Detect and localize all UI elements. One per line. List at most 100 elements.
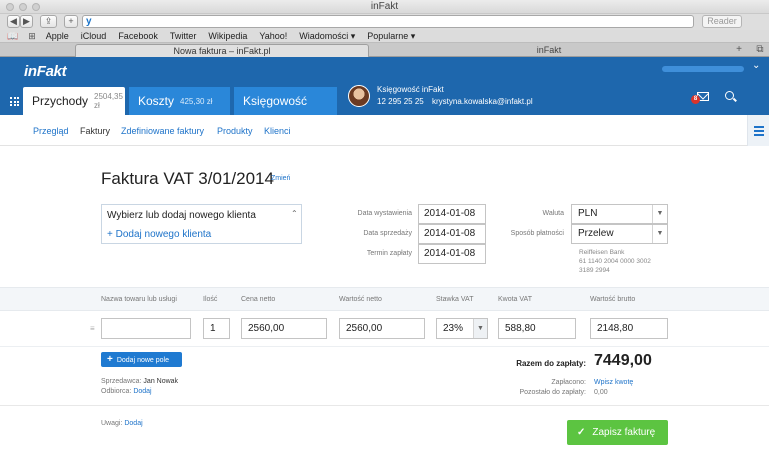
module-tab-amount: 425,30 zł — [180, 96, 213, 106]
total-value: 7449,00 — [594, 352, 652, 369]
new-tab-icon[interactable]: + — [731, 44, 747, 56]
invoice-title: Faktura VAT 3/01/2014 — [101, 169, 274, 188]
seller-label: Sprzedawca: — [101, 378, 142, 385]
column-header-vat-amount: Kwota VAT — [498, 296, 532, 303]
save-invoice-label: Zapisz fakturę — [592, 427, 656, 438]
account-switcher[interactable] — [662, 66, 744, 72]
item-name-input[interactable] — [101, 318, 191, 339]
address-bar[interactable]: y — [82, 15, 694, 28]
column-header-net-value: Wartość netto — [339, 296, 382, 303]
item-gross-input[interactable]: 2148,80 — [590, 318, 668, 339]
module-tab-label: Księgowość — [243, 94, 308, 108]
seller-value: Jan Nowak — [143, 378, 179, 385]
bookmark-item[interactable]: Wikipedia — [208, 31, 247, 41]
messages-count-badge: 8 — [691, 95, 700, 104]
paid-amount-link[interactable]: Wpisz kwotę — [594, 379, 633, 386]
bookmark-item[interactable]: Facebook — [118, 31, 158, 41]
module-tab-label: Koszty — [138, 94, 175, 108]
module-tab-amount: 2504,35 zł — [94, 92, 123, 110]
search-icon[interactable] — [725, 91, 734, 100]
item-qty-input[interactable]: 1 — [203, 318, 230, 339]
subnav-faktury[interactable]: Faktury — [80, 126, 110, 136]
change-number-link[interactable]: Zmień — [271, 175, 290, 182]
due-date-label: Termin zapłaty — [366, 250, 412, 257]
item-net-value-input[interactable]: 2560,00 — [339, 318, 425, 339]
add-field-label: Dodaj nowe pole — [116, 357, 169, 364]
chevron-down-icon[interactable]: ▼ — [652, 225, 667, 243]
sale-date-input[interactable]: 2014-01-08 — [418, 224, 486, 244]
recipient-label: Odbiorca: — [101, 388, 132, 395]
recipient-add-link[interactable]: Dodaj — [133, 388, 151, 395]
column-header-name: Nazwa towaru lub usługi — [101, 296, 177, 303]
add-field-button[interactable]: + Dodaj nowe pole — [101, 352, 182, 367]
currency-label: Waluta — [542, 210, 564, 217]
bookmarks-bar: 📖 ⊞ Apple iCloud Facebook Twitter Wikipe… — [0, 30, 769, 43]
module-tab-koszty[interactable]: Koszty 425,30 zł — [129, 87, 230, 115]
total-label: Razem do zapłaty: — [516, 359, 586, 368]
app-header: inFakt ⌄ Przychody 2504,35 zł Koszty 425… — [0, 57, 769, 115]
back-arrow-icon[interactable]: ◀ — [7, 15, 20, 28]
bookmark-item[interactable]: Yahoo! — [259, 31, 287, 41]
item-vat-amount-input[interactable]: 588,80 — [498, 318, 576, 339]
table-row: ≡ 1 2560,00 2560,00 23% ▼ 588,80 2148,80 — [0, 311, 769, 347]
payment-method-select[interactable]: Przelew ▼ — [571, 224, 668, 244]
recipient-line: Odbiorca: Dodaj — [101, 388, 152, 395]
remaining-label: Pozostało do zapłaty: — [519, 389, 586, 396]
subnav-produkty[interactable]: Produkty — [217, 126, 253, 136]
plus-icon: + — [107, 354, 113, 365]
module-tab-ksiegowosc[interactable]: Księgowość — [234, 87, 337, 115]
add-client-link[interactable]: + Dodaj nowego klienta — [107, 229, 211, 240]
item-vat-rate-select[interactable]: 23% ▼ — [436, 318, 488, 339]
site-favicon-icon: y — [86, 16, 92, 27]
bookmark-item[interactable]: Wiadomości ▾ — [299, 31, 355, 42]
currency-value: PLN — [578, 208, 598, 219]
browser-tabbar: Nowa faktura – inFakt.pl inFakt + ⧉ — [0, 43, 769, 57]
save-invoice-button[interactable]: ✓ Zapisz fakturę — [567, 420, 668, 445]
infakt-logo[interactable]: inFakt — [24, 63, 67, 80]
issue-date-input[interactable]: 2014-01-08 — [418, 204, 486, 224]
window-title: inFakt — [370, 1, 399, 12]
subnav-przeglad[interactable]: Przegląd — [33, 126, 69, 136]
column-header-net-price: Cena netto — [241, 296, 276, 303]
subnav-zdefiniowane-faktury[interactable]: Zdefiniowane faktury — [121, 126, 204, 136]
window-titlebar: inFakt — [0, 0, 769, 14]
notes-add-link[interactable]: Dodaj — [124, 420, 142, 427]
item-net-price-input[interactable]: 2560,00 — [241, 318, 327, 339]
notes-label: Uwagi: — [101, 420, 123, 427]
accountant-phone: 12 295 25 25 — [377, 97, 424, 106]
client-selector[interactable]: Wybierz lub dodaj nowego klienta ⌃ + Dod… — [101, 204, 302, 244]
chevron-down-icon[interactable]: ▼ — [473, 319, 487, 338]
subnav-klienci[interactable]: Klienci — [264, 126, 291, 136]
accountant-email[interactable]: krystyna.kowalska@infakt.pl — [432, 97, 533, 106]
forward-arrow-icon[interactable]: ▶ — [20, 15, 33, 28]
bookmark-item[interactable]: iCloud — [81, 31, 107, 41]
tab-overview-icon[interactable]: ⧉ — [752, 44, 768, 56]
currency-select[interactable]: PLN ▼ — [571, 204, 668, 224]
accountant-title: Księgowość inFakt — [377, 85, 444, 94]
items-table-header: Nazwa towaru lub usługi Ilość Cena netto… — [0, 287, 769, 311]
drag-handle-icon[interactable]: ≡ — [90, 324, 95, 333]
apps-grid-icon[interactable] — [10, 97, 19, 106]
chevron-down-icon[interactable]: ▼ — [652, 205, 667, 223]
bookmark-item[interactable]: Twitter — [170, 31, 197, 41]
bank-account-line: 61 1140 2004 0000 3002 — [579, 258, 651, 265]
module-tab-label: Przychody — [32, 94, 89, 108]
reading-list-icon[interactable]: 📖 — [7, 31, 18, 42]
issue-date-label: Data wystawienia — [357, 210, 412, 217]
sub-navigation: Przegląd Faktury Zdefiniowane faktury Pr… — [0, 115, 769, 146]
add-bookmark-icon[interactable]: + — [64, 15, 78, 28]
reader-button[interactable]: Reader — [702, 15, 742, 28]
vat-rate-value: 23% — [443, 323, 464, 334]
share-icon[interactable]: ⇪ — [40, 15, 57, 28]
browser-tab[interactable]: inFakt — [370, 44, 728, 57]
bookmark-item[interactable]: Popularne ▾ — [367, 31, 415, 42]
bookmark-item[interactable]: Apple — [46, 31, 69, 41]
browser-tab-active[interactable]: Nowa faktura – inFakt.pl — [75, 44, 369, 57]
window-controls[interactable] — [6, 3, 40, 11]
top-sites-icon[interactable]: ⊞ — [28, 31, 36, 42]
client-select-placeholder: Wybierz lub dodaj nowego klienta — [107, 210, 256, 221]
module-tab-przychody[interactable]: Przychody 2504,35 zł — [23, 87, 125, 115]
menu-icon[interactable] — [747, 115, 769, 146]
due-date-input[interactable]: 2014-01-08 — [418, 244, 486, 264]
chevron-down-icon[interactable]: ⌄ — [752, 60, 760, 71]
